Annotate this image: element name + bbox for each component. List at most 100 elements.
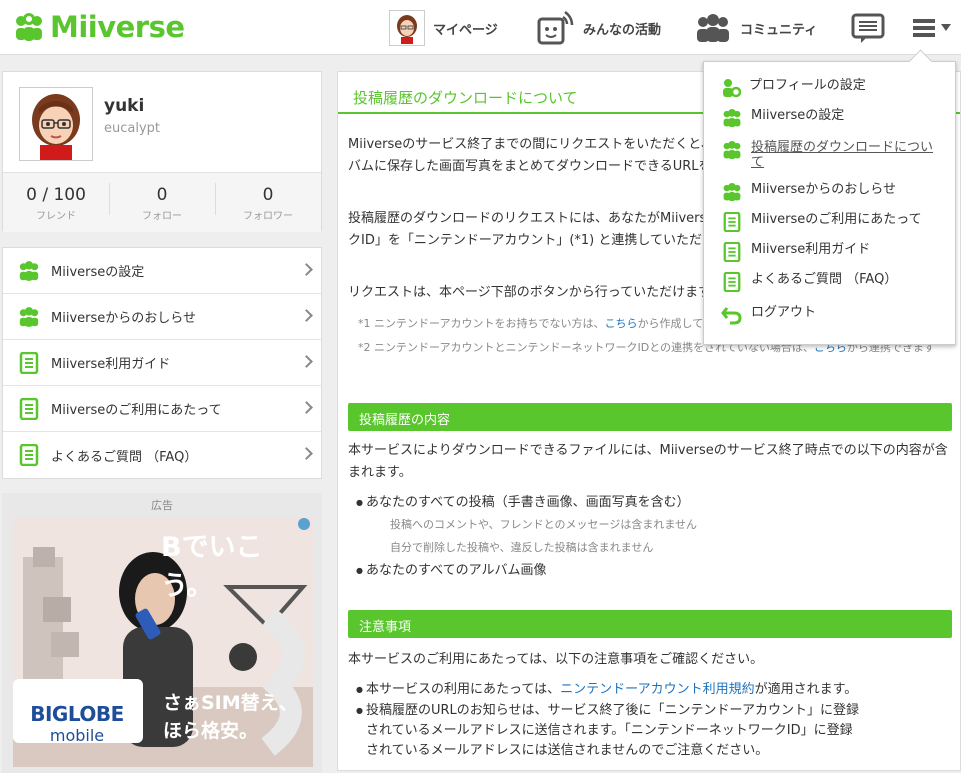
logout-icon bbox=[721, 307, 742, 325]
side-item-guide[interactable]: Miiverse利用ガイド bbox=[3, 340, 321, 386]
menu-item-faq[interactable]: よくあるご質問 （FAQ） bbox=[721, 272, 946, 292]
create-account-link[interactable]: こちら bbox=[605, 317, 638, 330]
ad-brand: BIGLOBE mobile bbox=[17, 702, 137, 745]
stat-label: フレンド bbox=[36, 211, 76, 222]
list-subitem: 自分で削除した投稿や、違反した投稿は含まれません bbox=[390, 541, 654, 554]
stat-following[interactable]: 0 フォロー bbox=[109, 173, 215, 232]
stat-followers[interactable]: 0 フォロワー bbox=[215, 173, 321, 232]
menu-item-logout[interactable]: ログアウト bbox=[721, 305, 946, 325]
mii-avatar-icon bbox=[391, 12, 423, 44]
nav-activity-label: みんなの活動 bbox=[583, 22, 662, 38]
nav-community-label: コミュニティ bbox=[740, 22, 818, 38]
menu-item-miiverse-settings[interactable]: Miiverseの設定 bbox=[721, 108, 946, 128]
list-item: 投稿履歴のURLのお知らせは、サービス終了後に「ニンテンドーアカウント」に登録 … bbox=[356, 701, 860, 761]
list-item: あなたのすべての投稿（手書き画像、画面写真を含む） bbox=[356, 493, 690, 513]
menu-item-terms[interactable]: Miiverseのご利用にあたって bbox=[721, 212, 946, 232]
terms-link[interactable]: ニンテンドーアカウント利用規約 bbox=[560, 682, 754, 697]
profile-settings-icon bbox=[723, 79, 741, 98]
avatar bbox=[389, 10, 425, 46]
side-item-label: Miiverse利用ガイド bbox=[51, 357, 171, 372]
mii-group-icon bbox=[723, 182, 741, 202]
menu-item-announcements[interactable]: Miiverseからのおしらせ bbox=[721, 182, 946, 202]
nav-activity[interactable]: みんなの活動 bbox=[537, 8, 661, 48]
list-item: 本サービスの利用にあたっては、ニンテンドーアカウント利用規約が適用されます。 bbox=[356, 680, 858, 700]
mii-group-icon bbox=[723, 108, 741, 128]
document-icon bbox=[723, 272, 741, 292]
nav-mypage[interactable]: マイページ bbox=[389, 8, 498, 48]
user-id: eucalypt bbox=[104, 121, 161, 136]
document-icon bbox=[723, 242, 741, 262]
ad-brand-sub: mobile bbox=[49, 726, 105, 745]
caution-line: されているメールアドレスに送信されます。「ニンテンドーネットワークID」に登録 bbox=[366, 723, 853, 738]
stat-label: フォロー bbox=[142, 211, 182, 222]
community-icon bbox=[697, 14, 729, 42]
menu-item-label: Miiverseの設定 bbox=[751, 108, 845, 123]
username[interactable]: yuki bbox=[104, 96, 144, 116]
list-subitem: 投稿へのコメントや、フレンドとのメッセージは含まれません bbox=[390, 518, 698, 531]
stat-label: フォロワー bbox=[243, 211, 293, 222]
ad-container: 広告 Bでいこう。 BIGLOBE mobile さぁSIM替え、 ほら格安。 bbox=[2, 493, 322, 773]
chevron-right-icon bbox=[300, 309, 313, 322]
menu-item-label: 投稿履歴のダウンロードについて bbox=[751, 140, 934, 170]
document-icon bbox=[19, 444, 39, 466]
caution-line: 投稿履歴のURLのお知らせは、サービス終了後に「ニンテンドーアカウント」に登録 bbox=[366, 703, 860, 718]
ad-label: 広告 bbox=[151, 499, 173, 512]
menu-item-label: Miiverse利用ガイド bbox=[751, 242, 871, 257]
stat-value: 0 / 100 bbox=[26, 185, 86, 205]
chevron-right-icon bbox=[300, 355, 313, 368]
profile-stats: 0 / 100 フレンド 0 フォロー 0 フォロワー bbox=[3, 172, 321, 232]
side-item-label: Miiverseのご利用にあたって bbox=[51, 403, 222, 418]
ad-tagline-2: ほら格安。 bbox=[163, 720, 259, 742]
stat-value: 0 bbox=[156, 185, 168, 205]
ad-banner[interactable]: Bでいこう。 BIGLOBE mobile さぁSIM替え、 ほら格安。 bbox=[13, 517, 313, 767]
caution-line: されているメールアドレスには送信されませんのでご注意ください。 bbox=[366, 743, 769, 758]
side-item-label: Miiverseからのおしらせ bbox=[51, 311, 196, 326]
stat-value: 0 bbox=[262, 185, 274, 205]
ad-tagline: さぁSIM替え、 ほら格安。 bbox=[163, 689, 298, 745]
notes-paragraph: 本サービスのご利用にあたっては、以下の注意事項をご確認ください。 bbox=[348, 652, 764, 667]
activity-face-icon bbox=[537, 11, 574, 45]
stat-friends[interactable]: 0 / 100 フレンド bbox=[3, 173, 109, 232]
menu-item-label: ログアウト bbox=[751, 305, 817, 320]
menu-item-guide[interactable]: Miiverse利用ガイド bbox=[721, 242, 946, 262]
menu-item-label: Miiverseからのおしらせ bbox=[751, 182, 896, 197]
logo-text: Miiverse bbox=[50, 10, 185, 44]
menu-icon bbox=[913, 19, 951, 37]
document-icon bbox=[19, 397, 39, 420]
chevron-right-icon bbox=[300, 447, 313, 460]
side-item-faq[interactable]: よくあるご質問 （FAQ） bbox=[3, 432, 321, 478]
message-icon bbox=[851, 13, 885, 43]
menu-item-label: Miiverseのご利用にあたって bbox=[751, 212, 922, 227]
mii-group-icon bbox=[16, 13, 42, 41]
nav-community[interactable]: コミュニティ bbox=[694, 8, 817, 48]
ad-headline: Bでいこう。 bbox=[161, 532, 263, 602]
side-item-terms[interactable]: Miiverseのご利用にあたって bbox=[3, 386, 321, 432]
menu-item-label: プロフィールの設定 bbox=[749, 78, 866, 93]
messages-button[interactable] bbox=[851, 8, 885, 48]
side-item-announcements[interactable]: Miiverseからのおしらせ bbox=[3, 294, 321, 340]
menu-item-profile-settings[interactable]: プロフィールの設定 bbox=[721, 78, 946, 98]
miiverse-logo[interactable]: Miiverse bbox=[12, 10, 185, 44]
menu-item-download-history[interactable]: 投稿履歴のダウンロードについて bbox=[721, 140, 946, 170]
caution-text: が適用されます。 bbox=[754, 682, 858, 697]
mii-avatar-icon bbox=[20, 88, 92, 160]
side-menu: Miiverseの設定 Miiverseからのおしらせ Miiverse利用ガイ… bbox=[2, 247, 322, 479]
profile-avatar[interactable] bbox=[19, 87, 93, 161]
footnote-text: *1 ニンテンドーアカウントをお持ちでない方は、 bbox=[358, 317, 605, 330]
mii-group-icon bbox=[19, 260, 39, 281]
user-menu-dropdown: プロフィールの設定 Miiverseの設定 投稿履歴のダウンロードについて Mi… bbox=[703, 61, 956, 345]
document-icon bbox=[723, 212, 741, 232]
ad-tagline-1: さぁSIM替え、 bbox=[163, 692, 298, 714]
side-item-settings[interactable]: Miiverseの設定 bbox=[3, 248, 321, 294]
nav-mypage-label: マイページ bbox=[433, 22, 498, 38]
profile-card: yuki eucalypt 0 / 100 フレンド 0 フォロー 0 フォロワ… bbox=[2, 71, 322, 232]
menu-button[interactable] bbox=[911, 8, 953, 48]
mii-group-icon bbox=[723, 140, 741, 160]
chevron-right-icon bbox=[300, 263, 313, 276]
chevron-right-icon bbox=[300, 401, 313, 414]
side-item-label: よくあるご質問 （FAQ） bbox=[51, 449, 198, 465]
document-icon bbox=[19, 351, 39, 374]
menu-item-label: よくあるご質問 （FAQ） bbox=[751, 272, 898, 287]
contents-paragraph: 本サービスによりダウンロードできるファイルには、Miiverseのサービス終了時… bbox=[348, 443, 948, 480]
mii-group-icon bbox=[19, 306, 39, 327]
